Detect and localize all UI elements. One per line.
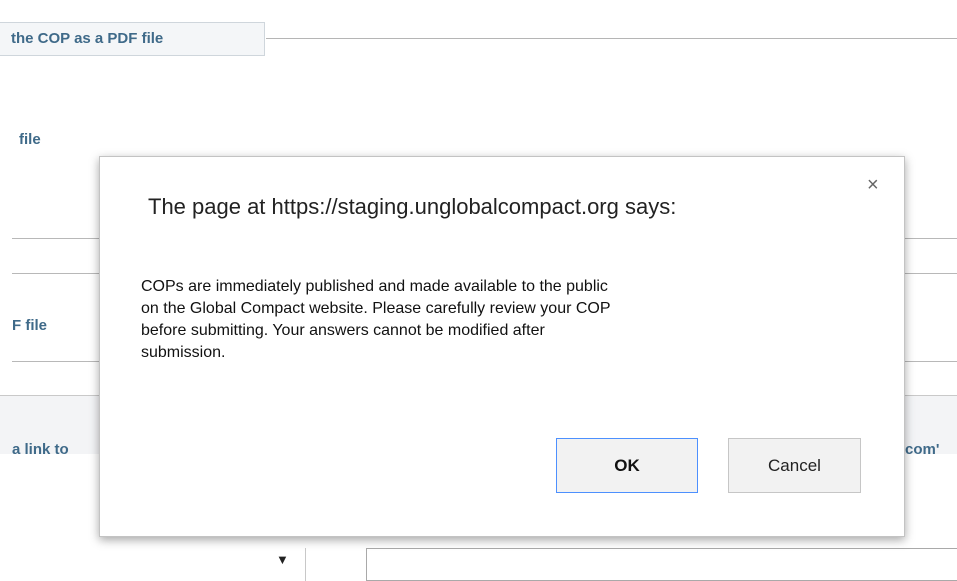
page: the COP as a PDF file file F file a link… bbox=[0, 0, 957, 581]
chevron-down-icon: ▼ bbox=[276, 552, 289, 567]
close-icon[interactable]: × bbox=[867, 175, 879, 195]
fieldset-legend: the COP as a PDF file bbox=[0, 22, 265, 56]
fieldset-divider bbox=[266, 38, 957, 39]
dialog-message: COPs are immediately published and made … bbox=[141, 278, 611, 361]
option-label-file[interactable]: file bbox=[19, 131, 41, 148]
alert-dialog: The page at https://staging.unglobalcomp… bbox=[99, 156, 905, 537]
background-select[interactable]: ▼ bbox=[0, 548, 306, 581]
cancel-button[interactable]: Cancel bbox=[728, 438, 861, 493]
clipped-label: com' bbox=[905, 441, 940, 458]
option-label-pdf-file[interactable]: F file bbox=[12, 317, 47, 334]
option-label-link[interactable]: a link to bbox=[12, 441, 69, 458]
fieldset-legend-text: the COP as a PDF file bbox=[11, 30, 164, 47]
dialog-title: The page at https://staging.unglobalcomp… bbox=[148, 194, 677, 219]
ok-button[interactable]: OK bbox=[556, 438, 698, 493]
background-text-input[interactable] bbox=[366, 548, 957, 581]
